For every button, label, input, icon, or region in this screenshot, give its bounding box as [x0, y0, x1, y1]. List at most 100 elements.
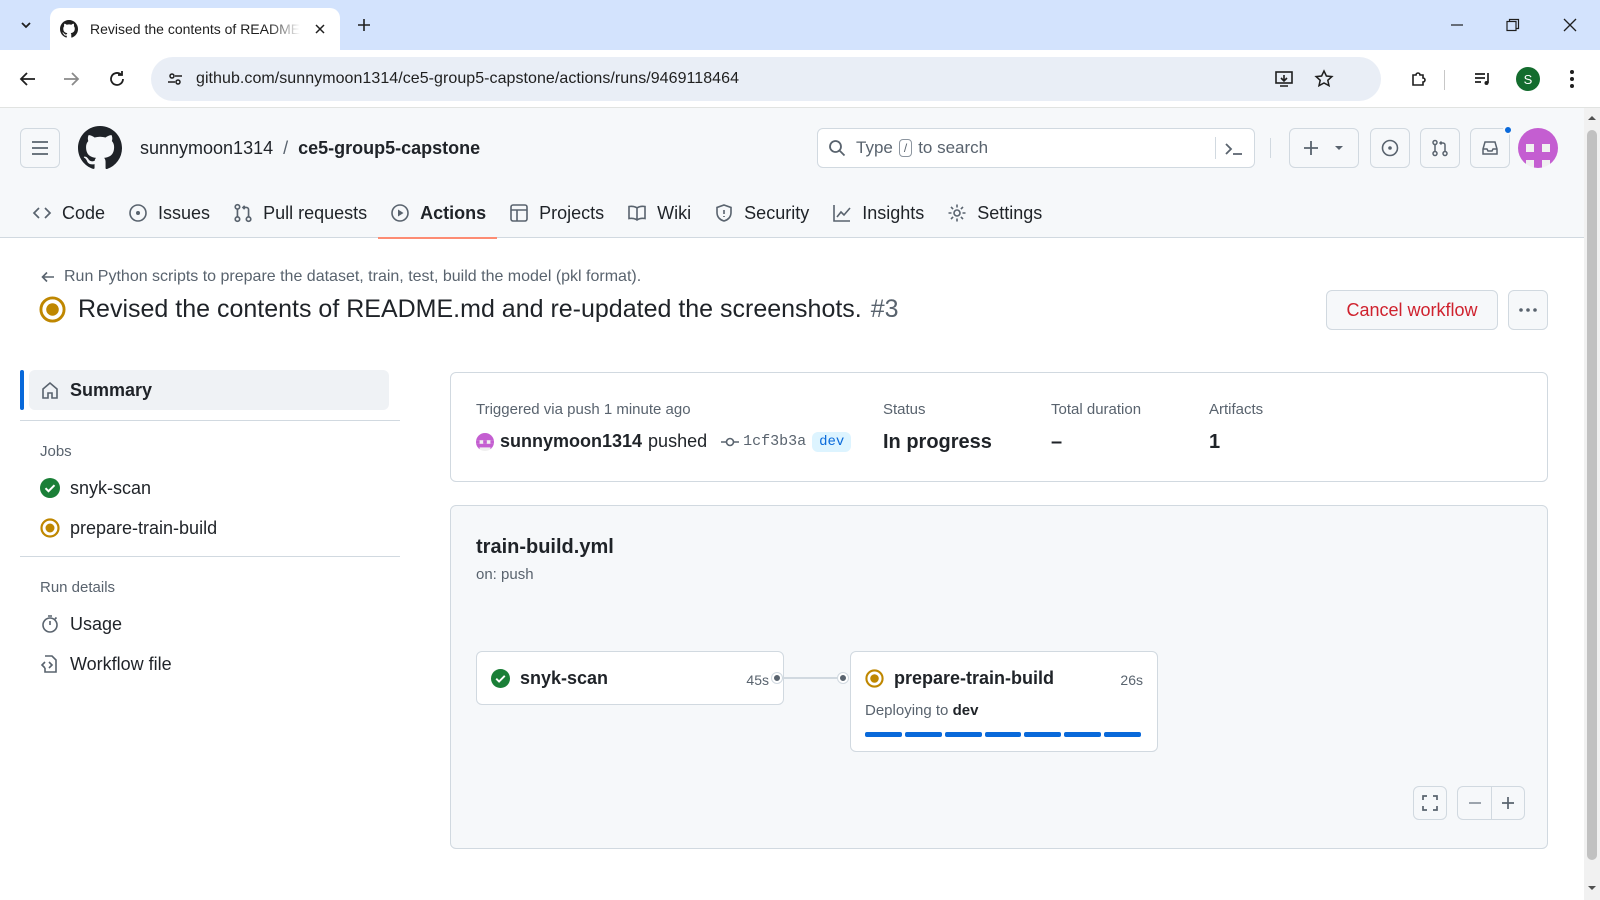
plus-icon [1502, 797, 1514, 809]
media-control-button[interactable] [1467, 63, 1499, 95]
browser-toolbar: github.com/sunnymoon1314/ce5-group5-caps… [0, 50, 1600, 108]
check-circle-icon [491, 669, 510, 688]
cancel-workflow-button[interactable]: Cancel workflow [1326, 290, 1498, 330]
job-card-prepare-train-build[interactable]: prepare-train-build 26s Deploying to dev [850, 651, 1158, 752]
new-tab-button[interactable] [350, 11, 378, 39]
close-icon [1563, 18, 1577, 32]
scroll-up-icon[interactable] [1588, 114, 1596, 122]
repo-owner-link[interactable]: sunnymoon1314 [140, 138, 273, 159]
restore-button[interactable] [1498, 10, 1528, 40]
browser-menu-button[interactable] [1556, 63, 1588, 95]
create-new-button[interactable] [1289, 128, 1359, 168]
run-number: #3 [870, 295, 899, 323]
issue-icon [1381, 139, 1399, 157]
browser-tab[interactable]: Revised the contents of README.md and re… [50, 8, 340, 50]
reload-button[interactable] [101, 63, 133, 95]
sidebar-item-snyk-scan[interactable]: snyk-scan [20, 468, 400, 508]
deployment-env[interactable]: dev [953, 702, 979, 719]
repo-name-link[interactable]: ce5-group5-capstone [298, 138, 480, 159]
scrollbar-thumb[interactable] [1587, 130, 1597, 860]
plus-icon [358, 19, 370, 31]
in-progress-icon [39, 296, 66, 323]
minimize-icon [1451, 24, 1463, 26]
workflow-back-link[interactable]: Run Python scripts to prepare the datase… [40, 268, 641, 286]
profile-button[interactable]: S [1512, 63, 1544, 95]
tab-title: Revised the contents of README.md and re… [90, 21, 300, 37]
close-tab-icon[interactable] [310, 19, 330, 39]
gear-icon [946, 202, 968, 224]
scroll-down-icon[interactable] [1588, 884, 1596, 892]
breadcrumb-separator: / [283, 138, 289, 158]
tab-pull-requests[interactable]: Pull requests [221, 188, 378, 238]
home-icon [42, 381, 58, 399]
tab-issues[interactable]: Issues [116, 188, 221, 238]
url-text[interactable]: github.com/sunnymoon1314/ce5-group5-caps… [196, 70, 739, 88]
install-app-icon[interactable] [1269, 64, 1299, 94]
tab-projects[interactable]: Projects [497, 188, 615, 238]
search-input[interactable]: Type / to search [817, 128, 1255, 168]
duration-label: Total duration [1051, 401, 1142, 418]
shield-icon [713, 202, 735, 224]
forward-button[interactable] [55, 63, 87, 95]
actor-link[interactable]: sunnymoon1314 [500, 431, 642, 452]
tab-wiki[interactable]: Wiki [615, 188, 702, 238]
job-card-snyk-scan[interactable]: snyk-scan 45s [476, 651, 784, 705]
minimize-button[interactable] [1442, 10, 1472, 40]
pull-request-icon [232, 202, 254, 224]
job-dependency-line [777, 677, 843, 679]
page-title: Revised the contents of README.md and re… [39, 295, 899, 324]
graph-icon [831, 202, 853, 224]
branch-label[interactable]: dev [812, 431, 852, 452]
more-options-button[interactable] [1508, 290, 1548, 330]
job-name: prepare-train-build [894, 668, 1055, 688]
tab-actions[interactable]: Actions [378, 188, 498, 239]
arrow-left-icon [19, 72, 35, 86]
tab-insights[interactable]: Insights [820, 188, 935, 238]
sidebar-item-summary[interactable]: Summary [20, 370, 389, 410]
bookmark-star-icon[interactable] [1309, 64, 1339, 94]
trigger-details: sunnymoon1314 pushed 1cf3b3a dev [476, 431, 852, 452]
inbox-icon [1482, 141, 1498, 155]
extensions-button[interactable] [1403, 63, 1435, 95]
tab-code[interactable]: Code [20, 188, 116, 238]
code-icon [31, 202, 53, 224]
artifacts-value[interactable]: 1 [1209, 431, 1220, 454]
status-value: In progress [883, 431, 992, 453]
minus-icon [1468, 802, 1481, 804]
back-button[interactable] [12, 63, 44, 95]
fullscreen-button[interactable] [1413, 786, 1447, 820]
tab-settings[interactable]: Settings [935, 188, 1053, 238]
sidebar-item-usage[interactable]: Usage [20, 604, 400, 644]
user-avatar[interactable] [1518, 128, 1558, 168]
sidebar-item-workflow-file[interactable]: Workflow file [20, 644, 400, 684]
zoom-in-button[interactable] [1491, 786, 1525, 820]
commit-link[interactable]: 1cf3b3a [721, 433, 806, 450]
more-vertical-icon [1570, 70, 1574, 88]
inbox-button[interactable] [1470, 125, 1513, 168]
issues-button[interactable] [1370, 128, 1410, 168]
chevron-down-icon [21, 22, 31, 29]
sidebar-item-prepare-train-build[interactable]: prepare-train-build [20, 508, 400, 548]
close-window-button[interactable] [1555, 10, 1585, 40]
table-icon [508, 202, 530, 224]
github-logo-icon[interactable] [78, 126, 122, 170]
workflow-file-name[interactable]: train-build.yml [476, 536, 614, 559]
browser-tab-strip: Revised the contents of README.md and re… [0, 0, 1600, 50]
zoom-out-button[interactable] [1457, 786, 1491, 820]
notification-indicator [1503, 125, 1513, 135]
connector-dot [772, 673, 782, 683]
command-palette-icon[interactable] [1222, 137, 1246, 161]
deployment-status: Deploying to dev [865, 702, 979, 719]
open-menu-button[interactable] [20, 128, 60, 168]
page-scrollbar[interactable] [1584, 108, 1600, 900]
arrow-left-icon [41, 271, 54, 283]
pull-requests-button[interactable] [1420, 128, 1460, 168]
tab-security[interactable]: Security [702, 188, 820, 238]
site-info-icon[interactable] [160, 64, 190, 94]
address-bar[interactable]: github.com/sunnymoon1314/ce5-group5-caps… [151, 57, 1381, 101]
play-icon [389, 202, 411, 224]
actor-avatar[interactable] [476, 432, 494, 451]
kebab-horizontal-icon [1519, 308, 1537, 312]
tab-search-button[interactable] [11, 10, 41, 40]
duration-value: – [1051, 431, 1063, 453]
